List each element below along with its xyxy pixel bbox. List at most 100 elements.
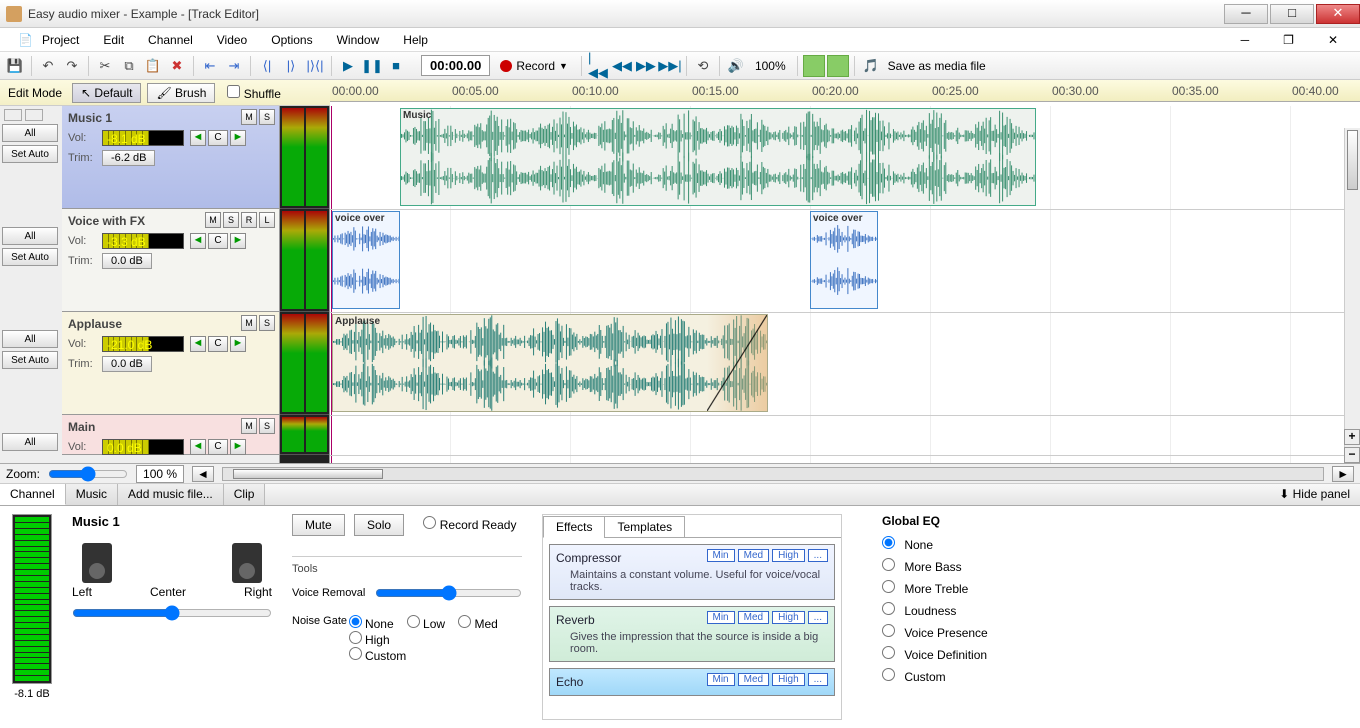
rewind-icon[interactable]: ◀◀ bbox=[611, 55, 633, 77]
record-button[interactable]: Record ▼ bbox=[492, 57, 576, 75]
pan-left-button[interactable]: ◄ bbox=[190, 233, 206, 249]
zoom-in-button[interactable]: + bbox=[1344, 429, 1360, 445]
pan-left-button[interactable]: ◄ bbox=[190, 439, 206, 455]
track-r-button[interactable]: R bbox=[241, 212, 257, 228]
shuffle-checkbox[interactable]: Shuffle bbox=[227, 85, 281, 101]
loop-icon[interactable]: ⟲ bbox=[692, 55, 714, 77]
forward-icon[interactable]: ▶▶ bbox=[635, 55, 657, 77]
solo-button[interactable]: Solo bbox=[354, 514, 404, 536]
track-m-button[interactable]: M bbox=[241, 418, 257, 434]
fx-btn-min[interactable]: Min bbox=[707, 673, 735, 686]
mdi-restore-icon[interactable]: ❐ bbox=[1271, 31, 1306, 49]
track-l-button[interactable]: L bbox=[259, 212, 275, 228]
menu-help[interactable]: Help bbox=[391, 31, 440, 49]
zoom-out-button[interactable]: − bbox=[1344, 447, 1360, 463]
mdi-min-icon[interactable]: ─ bbox=[1229, 31, 1262, 49]
menu-channel[interactable]: Channel bbox=[136, 31, 205, 49]
voice-removal-slider[interactable] bbox=[375, 585, 522, 601]
brush-mode-button[interactable]: 🖌 Brush bbox=[147, 83, 215, 103]
clip-music[interactable]: Music bbox=[400, 108, 1036, 206]
fx-btn-...[interactable]: ... bbox=[808, 549, 828, 562]
pan-right-button[interactable]: ► bbox=[230, 439, 246, 455]
vol-meter[interactable]: 0.0 dB bbox=[102, 439, 184, 455]
pan-center[interactable]: C bbox=[208, 439, 228, 455]
vertical-scrollbar[interactable] bbox=[1344, 128, 1360, 463]
setauto-button[interactable]: Set Auto bbox=[2, 248, 58, 266]
fx-tab-effects[interactable]: Effects bbox=[543, 516, 605, 538]
fx-compressor[interactable]: Compressor MinMedHigh... Maintains a con… bbox=[549, 544, 835, 600]
fx-btn-min[interactable]: Min bbox=[707, 549, 735, 562]
fx-btn-high[interactable]: High bbox=[772, 611, 805, 624]
tab-add-music[interactable]: Add music file... bbox=[118, 484, 224, 505]
goto-end-icon[interactable]: ▶▶| bbox=[659, 55, 681, 77]
minimize-button[interactable]: ─ bbox=[1224, 4, 1268, 24]
mdi-close-icon[interactable]: ✕ bbox=[1316, 31, 1350, 49]
clip-applause[interactable]: Applause bbox=[332, 314, 768, 412]
trim-value[interactable]: -6.2 dB bbox=[102, 150, 155, 166]
track-m-button[interactable]: M bbox=[241, 109, 257, 125]
track-content[interactable]: Music voice over voice over Applause + − bbox=[330, 106, 1360, 463]
goto-start-icon[interactable]: |◀◀ bbox=[587, 55, 609, 77]
save-icon[interactable]: 💾 bbox=[4, 55, 26, 77]
pause-icon[interactable]: ❚❚ bbox=[361, 55, 383, 77]
play-icon[interactable]: ▶ bbox=[337, 55, 359, 77]
snap-end-icon[interactable]: ⇥ bbox=[223, 55, 245, 77]
pan-right-button[interactable]: ► bbox=[230, 336, 246, 352]
ng-none[interactable]: None bbox=[349, 619, 394, 631]
eq-voice-definition[interactable]: Voice Definition bbox=[882, 646, 1348, 662]
trim-left-icon[interactable]: ⟨| bbox=[256, 55, 278, 77]
pan-left-button[interactable]: ◄ bbox=[190, 336, 206, 352]
eq-voice-presence[interactable]: Voice Presence bbox=[882, 624, 1348, 640]
menu-options[interactable]: Options bbox=[259, 31, 324, 49]
fx-btn-...[interactable]: ... bbox=[808, 673, 828, 686]
tab-music[interactable]: Music bbox=[66, 484, 118, 505]
ng-med[interactable]: Med bbox=[458, 619, 497, 631]
eq-none[interactable]: None bbox=[882, 536, 1348, 552]
pan-center[interactable]: C bbox=[208, 233, 228, 249]
menu-edit[interactable]: Edit bbox=[91, 31, 136, 49]
stop-icon[interactable]: ■ bbox=[385, 55, 407, 77]
fx-btn-med[interactable]: Med bbox=[738, 673, 769, 686]
snap-start-icon[interactable]: ⇤ bbox=[199, 55, 221, 77]
time-ruler[interactable]: 00:00.00 00:05.00 00:10.00 00:15.00 00:2… bbox=[330, 80, 1360, 102]
hscroll-left[interactable]: ◄ bbox=[192, 466, 214, 482]
trim-value[interactable]: 0.0 dB bbox=[102, 356, 152, 372]
export-icon[interactable]: 🎵 bbox=[860, 55, 882, 77]
pan-left-button[interactable]: ◄ bbox=[190, 130, 206, 146]
track-s-button[interactable]: S bbox=[259, 109, 275, 125]
save-as-media[interactable]: Save as media file bbox=[884, 59, 986, 73]
menu-video[interactable]: Video bbox=[205, 31, 259, 49]
all-button[interactable]: All bbox=[2, 330, 58, 348]
tab-channel[interactable]: Channel bbox=[0, 484, 66, 505]
vol-meter[interactable]: -3.3 dB bbox=[102, 233, 184, 249]
pan-right-button[interactable]: ► bbox=[230, 130, 246, 146]
all-button[interactable]: All bbox=[2, 227, 58, 245]
all-button[interactable]: All bbox=[2, 124, 58, 142]
vol-meter[interactable]: -21.0 dB bbox=[102, 336, 184, 352]
redo-icon[interactable]: ↷ bbox=[61, 55, 83, 77]
horizontal-scrollbar[interactable] bbox=[222, 467, 1324, 481]
track-s-button[interactable]: S bbox=[223, 212, 239, 228]
fx-btn-high[interactable]: High bbox=[772, 673, 805, 686]
track-m-button[interactable]: M bbox=[241, 315, 257, 331]
fx-btn-med[interactable]: Med bbox=[738, 549, 769, 562]
eq-loudness[interactable]: Loudness bbox=[882, 602, 1348, 618]
marker2-icon[interactable] bbox=[827, 55, 849, 77]
track-m-button[interactable]: M bbox=[205, 212, 221, 228]
trim-value[interactable]: 0.0 dB bbox=[102, 253, 152, 269]
eq-custom[interactable]: Custom bbox=[882, 668, 1348, 684]
eq-more-treble[interactable]: More Treble bbox=[882, 580, 1348, 596]
cut-icon[interactable]: ✂ bbox=[94, 55, 116, 77]
hide-panel-button[interactable]: ⬇ Hide panel bbox=[1269, 484, 1360, 505]
setauto-button[interactable]: Set Auto bbox=[2, 351, 58, 369]
ng-low[interactable]: Low bbox=[407, 619, 445, 631]
zoom-slider[interactable] bbox=[48, 466, 128, 482]
record-ready-radio[interactable]: Record Ready bbox=[423, 518, 516, 532]
fadeout-handle[interactable] bbox=[707, 315, 767, 411]
setauto-button[interactable]: Set Auto bbox=[2, 145, 58, 163]
copy-icon[interactable]: ⧉ bbox=[118, 55, 140, 77]
delete-icon[interactable]: ✖ bbox=[166, 55, 188, 77]
volume-icon[interactable]: 🔊 bbox=[725, 55, 747, 77]
undo-icon[interactable]: ↶ bbox=[37, 55, 59, 77]
track-s-button[interactable]: S bbox=[259, 315, 275, 331]
